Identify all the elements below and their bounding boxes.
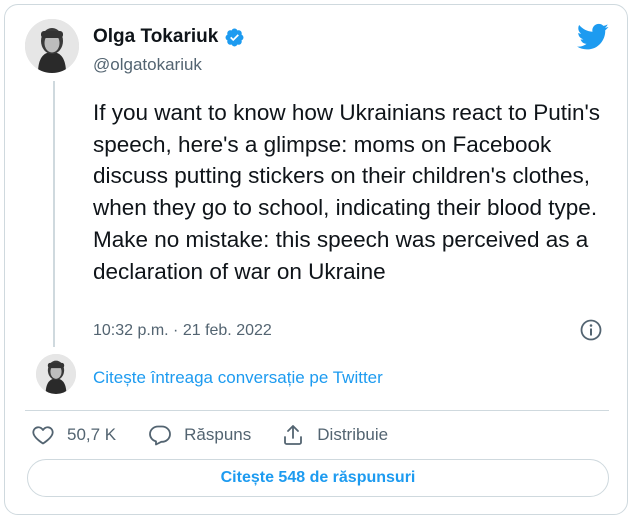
read-conversation-link[interactable]: Citește întreaga conversație pe Twitter [93, 368, 383, 388]
heart-icon [32, 426, 54, 445]
tweet-embed-card: Olga Tokariuk @olgatokariuk If you want … [4, 4, 628, 515]
reply-label: Răspuns [184, 425, 252, 444]
divider [25, 410, 609, 411]
author-avatar[interactable] [25, 19, 79, 73]
tweet-actions: 50,7 K Răspuns Distribuie [31, 423, 388, 447]
reply-button[interactable]: Răspuns [148, 423, 251, 447]
author-name[interactable]: Olga Tokariuk [93, 26, 218, 48]
share-icon [284, 425, 303, 445]
tweet-text: If you want to know how Ukrainians react… [93, 100, 601, 284]
share-label: Distribuie [317, 425, 389, 444]
info-icon[interactable] [579, 318, 603, 342]
read-replies-button[interactable]: Citește 548 de răspunsuri [27, 459, 609, 497]
twitter-bird-icon[interactable] [576, 23, 609, 51]
share-button[interactable]: Distribuie [281, 423, 388, 447]
verified-badge-icon [224, 27, 245, 48]
tweet-timestamp[interactable]: 10:32 p.m. · 21 feb. 2022 [93, 322, 272, 340]
thread-line [53, 81, 55, 347]
like-count: 50,7 K [67, 425, 117, 444]
author-avatar-small[interactable] [36, 354, 76, 394]
author-handle[interactable]: @olgatokariuk [93, 55, 202, 75]
author-name-row: Olga Tokariuk [93, 26, 245, 48]
like-button[interactable]: 50,7 K [31, 423, 116, 447]
reply-bubble-icon [149, 425, 172, 446]
